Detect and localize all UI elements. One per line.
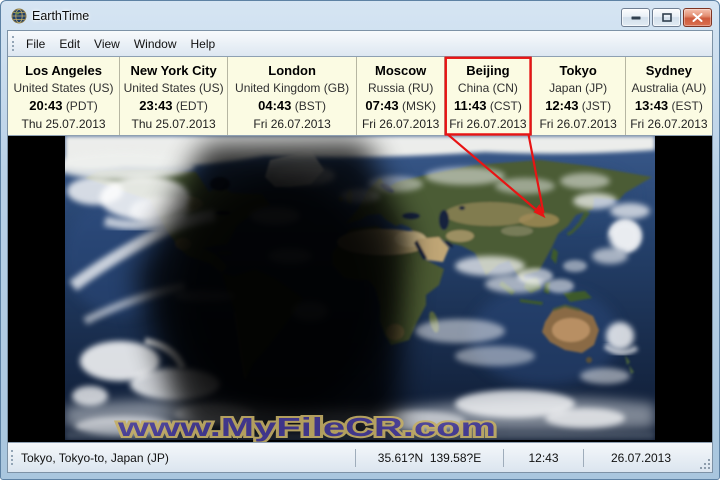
local-date: Fri 26.07.2013 <box>626 116 712 134</box>
menu-edit[interactable]: Edit <box>52 33 87 55</box>
city-name: Sydney <box>626 62 712 80</box>
status-date: 26.07.2013 <box>584 451 698 465</box>
minimize-button[interactable] <box>621 8 650 27</box>
close-icon <box>692 13 703 22</box>
client-area: File Edit View Window Help Los Angeles U… <box>7 30 713 473</box>
city-name: New York City <box>120 62 227 80</box>
local-date: Thu 25.07.2013 <box>8 116 119 134</box>
world-map[interactable]: www.MyFileCR.com <box>8 136 712 442</box>
country-name: Japan (JP) <box>532 80 625 98</box>
close-button[interactable] <box>683 8 712 27</box>
resize-grip[interactable] <box>698 443 712 472</box>
city-name: Moscow <box>357 62 444 80</box>
local-date: Thu 25.07.2013 <box>120 116 227 134</box>
country-name: United Kingdom (GB) <box>228 80 356 98</box>
satellite-earth-map <box>65 136 655 440</box>
caption-buttons <box>621 8 712 27</box>
local-time: 13:43 (EST) <box>626 97 712 116</box>
maximize-icon <box>662 13 672 22</box>
resize-grip-dots-icon <box>700 459 711 470</box>
city-name: Los Angeles <box>8 62 119 80</box>
menu-view[interactable]: View <box>87 33 127 55</box>
local-time: 07:43 (MSK) <box>357 97 444 116</box>
earthtime-globe-icon <box>11 8 27 24</box>
city-name: London <box>228 62 356 80</box>
status-location: Tokyo, Tokyo-to, Japan (JP) <box>17 451 355 465</box>
clock-panel-sydney[interactable]: Sydney Australia (AU) 13:43 (EST) Fri 26… <box>626 57 712 135</box>
title-bar[interactable]: EarthTime <box>7 1 713 30</box>
clock-row: Los Angeles United States (US) 20:43 (PD… <box>8 56 712 136</box>
country-name: United States (US) <box>120 80 227 98</box>
local-time: 04:43 (BST) <box>228 97 356 116</box>
status-grip-handle <box>11 450 13 465</box>
local-date: Fri 26.07.2013 <box>228 116 356 134</box>
minimize-icon <box>631 16 641 20</box>
menu-grip-handle[interactable] <box>12 36 14 51</box>
window-title: EarthTime <box>32 9 89 23</box>
earthtime-window: EarthTime File Edit View Window Help <box>0 0 720 480</box>
clock-panel-los-angeles[interactable]: Los Angeles United States (US) 20:43 (PD… <box>8 57 120 135</box>
menu-window[interactable]: Window <box>127 33 184 55</box>
menu-bar: File Edit View Window Help <box>8 31 712 56</box>
clock-panel-moscow[interactable]: Moscow Russia (RU) 07:43 (MSK) Fri 26.07… <box>357 57 445 135</box>
country-name: United States (US) <box>8 80 119 98</box>
country-name: Russia (RU) <box>357 80 444 98</box>
country-name: Australia (AU) <box>626 80 712 98</box>
menu-file[interactable]: File <box>19 33 52 55</box>
local-time: 12:43 (JST) <box>532 97 625 116</box>
country-name: China (CN) <box>445 80 530 98</box>
status-time: 12:43 <box>504 451 583 465</box>
status-bar: Tokyo, Tokyo-to, Japan (JP) 35.61?N 139.… <box>8 442 712 472</box>
local-date: Fri 26.07.2013 <box>532 116 625 134</box>
city-name: Tokyo <box>532 62 625 80</box>
city-name: Beijing <box>445 62 530 80</box>
clock-panel-beijing[interactable]: Beijing China (CN) 11:43 (CST) Fri 26.07… <box>445 57 531 135</box>
local-time: 20:43 (PDT) <box>8 97 119 116</box>
local-time: 23:43 (EDT) <box>120 97 227 116</box>
svg-text:www.MyFileCR.com: www.MyFileCR.com <box>116 414 496 442</box>
menu-help[interactable]: Help <box>184 33 223 55</box>
clock-panel-london[interactable]: London United Kingdom (GB) 04:43 (BST) F… <box>228 57 357 135</box>
status-coordinates: 35.61?N 139.58?E <box>356 451 503 465</box>
local-time: 11:43 (CST) <box>445 97 530 116</box>
maximize-button[interactable] <box>652 8 681 27</box>
clock-panel-new-york-city[interactable]: New York City United States (US) 23:43 (… <box>120 57 228 135</box>
clock-panel-tokyo[interactable]: Tokyo Japan (JP) 12:43 (JST) Fri 26.07.2… <box>532 57 626 135</box>
local-date: Fri 26.07.2013 <box>357 116 444 134</box>
myfilecr-watermark: www.MyFileCR.com <box>114 414 514 442</box>
local-date: Fri 26.07.2013 <box>445 116 530 134</box>
